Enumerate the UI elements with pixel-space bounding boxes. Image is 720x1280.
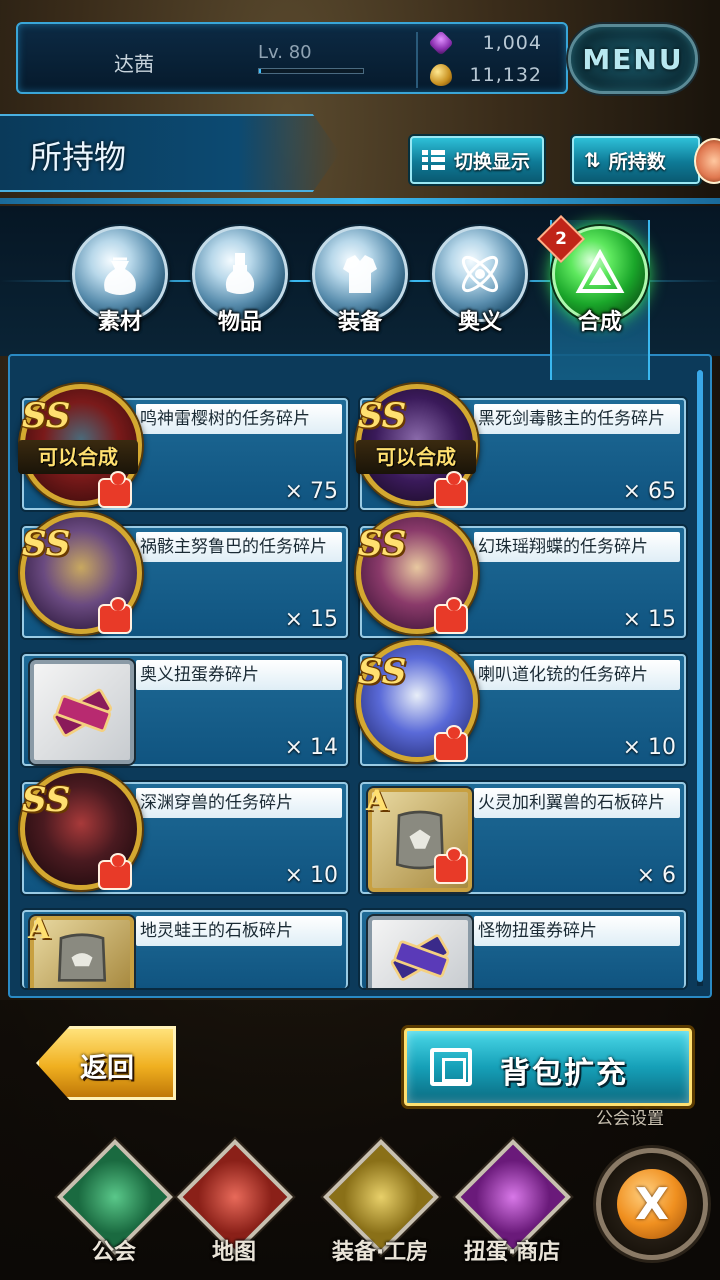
item-name: 怪物扭蛋券碎片 [474, 916, 680, 946]
tab-skills-label: 奥义 [457, 310, 502, 335]
item-quantity: × 75 [284, 479, 338, 504]
rank-badge: SS [22, 780, 71, 820]
nav-map[interactable]: 地图 [174, 1139, 294, 1270]
gem-count: 1,004 [482, 32, 542, 54]
item-name: 地灵蛙王的石板碎片 [136, 916, 342, 946]
tab-synthesis-label: 合成 [577, 310, 622, 335]
item-quantity: × 15 [622, 607, 676, 632]
tab-equipment-label: 装备 [337, 310, 382, 335]
nav-guild-label: 公会 [91, 1240, 136, 1265]
item-name: 鸣神雷樱树的任务碎片 [136, 404, 342, 434]
status-divider [416, 32, 418, 88]
item-name: 奥义扭蛋券碎片 [136, 660, 342, 690]
item-quantity: × 14 [284, 735, 338, 760]
rank-badge: SS [22, 524, 71, 564]
tab-equipment[interactable]: 装备 [310, 226, 410, 336]
item-name: 黑死剑毒骸主的任务碎片 [474, 404, 680, 434]
sort-icon: ⇅ [584, 148, 601, 172]
synthesizable-tag: 可以合成 [18, 440, 138, 474]
menu-button[interactable]: MENU [568, 24, 698, 94]
expand-bag-icon [430, 1048, 472, 1086]
item-quantity: × 10 [284, 863, 338, 888]
rank-badge: SS [358, 524, 407, 564]
puzzle-piece-icon [434, 471, 468, 508]
guild-setting-label[interactable]: 公会设置 [596, 1104, 664, 1129]
level-progress-fill [259, 69, 262, 73]
scrollbar-thumb[interactable] [697, 370, 703, 982]
close-icon: X [617, 1169, 687, 1239]
level-progress-bar [258, 68, 364, 74]
expand-inventory-label: 背包扩充 [500, 1056, 628, 1091]
tab-items[interactable]: 物品 [190, 226, 290, 336]
item-name: 深渊穿兽的任务碎片 [136, 788, 342, 818]
nav-gacha-shop-label: 扭蛋·商店 [463, 1240, 561, 1265]
gem-icon [428, 30, 454, 56]
rank-badge: SS [358, 396, 407, 436]
nav-gacha-shop[interactable]: 扭蛋·商店 [452, 1139, 572, 1270]
puzzle-piece-icon [434, 725, 468, 762]
rank-badge: A [366, 784, 388, 817]
sort-button[interactable]: ⇅ 所持数 [572, 136, 700, 184]
toggle-view-label: 切换显示 [454, 150, 531, 173]
list-view-icon [422, 150, 446, 170]
header-divider [0, 198, 720, 204]
puzzle-piece-icon [434, 847, 468, 884]
item-name: 幻珠瑶翔蝶的任务碎片 [474, 532, 680, 562]
item-name: 祸骸主努鲁巴的任务碎片 [136, 532, 342, 562]
nav-equipment-workshop-label: 装备·工房 [331, 1240, 429, 1265]
player-name: 达茜 [114, 52, 154, 76]
player-level: Lv. 80 [258, 42, 312, 63]
sort-label: 所持数 [608, 150, 666, 173]
coin-count: 11,132 [469, 64, 542, 86]
page-title: 所持物 [30, 138, 127, 176]
back-button-label: 返回 [80, 1053, 134, 1084]
puzzle-piece-icon [98, 597, 132, 634]
puzzle-piece-icon [434, 597, 468, 634]
puzzle-piece-icon [98, 471, 132, 508]
coin-icon [430, 64, 452, 86]
close-button[interactable]: X [596, 1148, 708, 1260]
item-name: 火灵加利翼兽的石板碎片 [474, 788, 680, 818]
item-quantity: × 6 [636, 863, 676, 888]
item-name: 喇叭道化铳的任务碎片 [474, 660, 680, 690]
tab-skills[interactable]: 奥义 [430, 226, 530, 336]
toggle-view-button[interactable]: 切换显示 [410, 136, 544, 184]
rank-badge: A [28, 912, 50, 945]
rank-badge: SS [358, 652, 407, 692]
rank-badge: SS [22, 396, 71, 436]
item-quantity: × 65 [622, 479, 676, 504]
nav-guild[interactable]: 公会 [54, 1139, 174, 1270]
tab-materials-label: 素材 [97, 310, 142, 335]
player-status-bar: 达茜 Lv. 80 1,004 11,132 [16, 22, 568, 94]
nav-map-label: 地图 [211, 1240, 256, 1265]
nav-equipment-workshop[interactable]: 装备·工房 [320, 1139, 440, 1270]
item-quantity: × 10 [622, 735, 676, 760]
tab-materials[interactable]: 素材 [70, 226, 170, 336]
notification-count: 2 [555, 229, 567, 249]
ticket-icon [30, 660, 134, 764]
item-quantity: × 15 [284, 607, 338, 632]
ticket-icon [368, 916, 472, 988]
puzzle-piece-icon [98, 853, 132, 890]
tab-items-label: 物品 [217, 310, 262, 335]
synthesizable-tag: 可以合成 [356, 440, 476, 474]
